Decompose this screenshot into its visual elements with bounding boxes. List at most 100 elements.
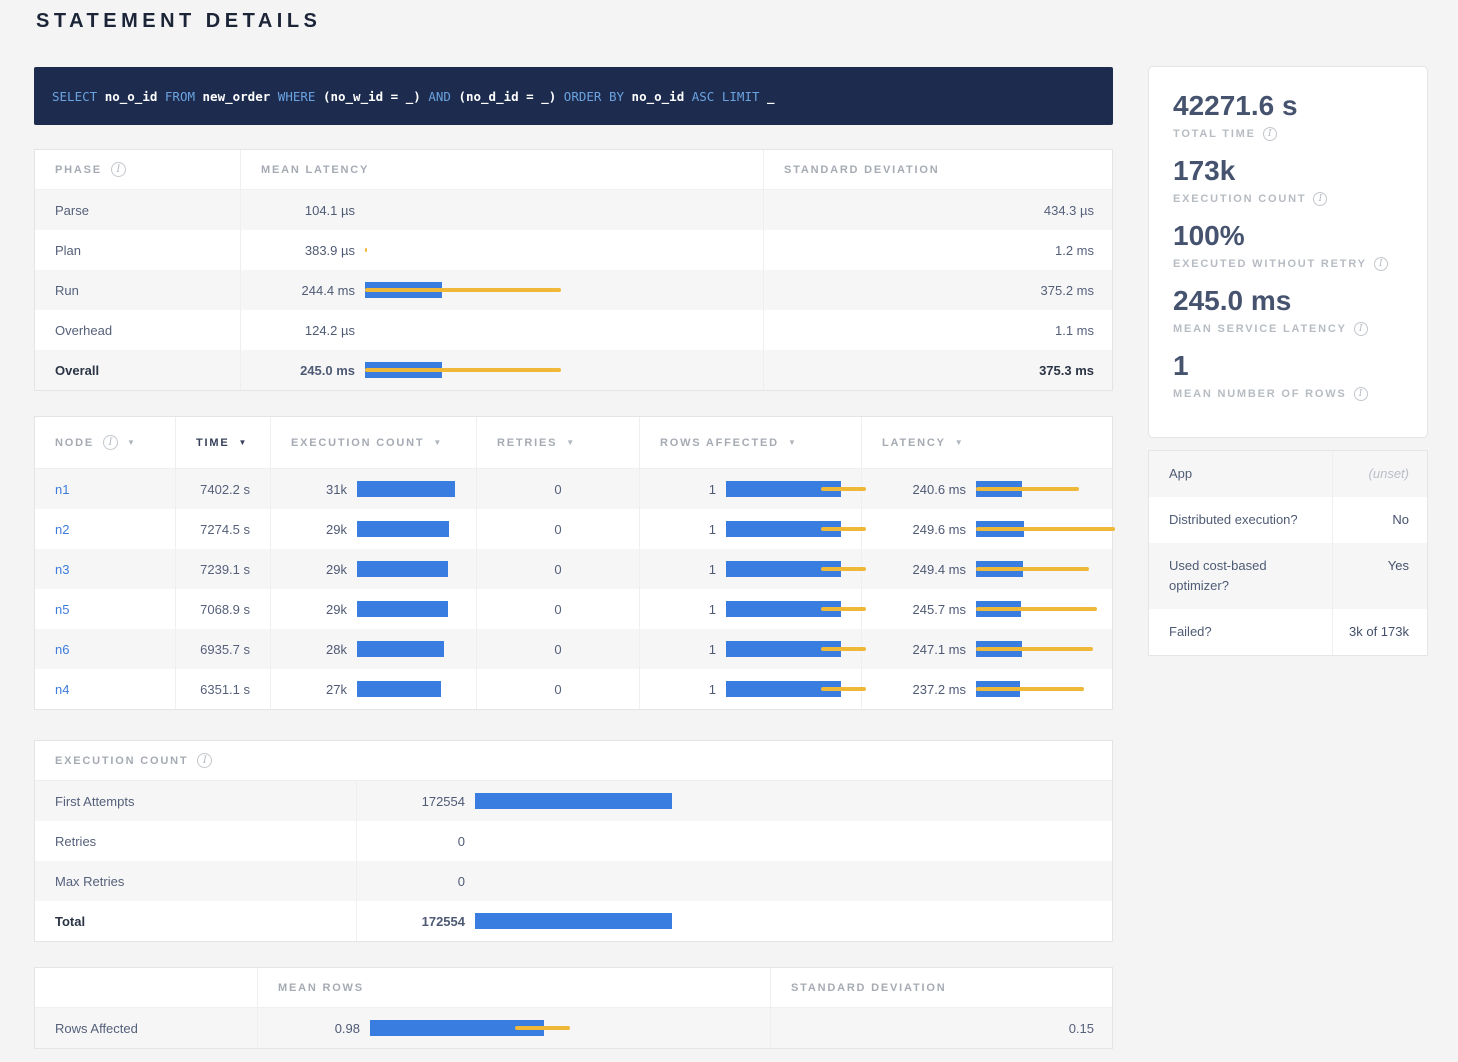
latency-bar (365, 362, 561, 378)
std-dev-cell: 375.3 ms (764, 350, 1114, 390)
mean-bar (357, 681, 441, 697)
cell-value: 383.9 µs (285, 243, 355, 258)
node-link[interactable]: n2 (55, 522, 69, 537)
phase-latency-table: Phase i Mean Latency Standard Deviation … (34, 149, 1113, 391)
standard-deviation-column-header: Standard Deviation (771, 968, 1114, 1007)
rows-affected-column-header[interactable]: Rows Affected▼ (640, 417, 862, 468)
standard-deviation-column-header[interactable]: Standard Deviation (764, 150, 1114, 189)
retries-column-header[interactable]: Retries▼ (477, 417, 640, 468)
node-table-row: n57068.9 s29k01245.7 ms (35, 589, 1112, 629)
main-content: STATEMENT DETAILS SELECT no_o_id FROM ne… (34, 8, 1113, 1049)
sort-arrow-icon[interactable]: ▼ (788, 438, 798, 447)
node-link[interactable]: n5 (55, 602, 69, 617)
sort-arrow-icon[interactable]: ▼ (433, 438, 443, 447)
latency-cell: 240.6 ms (862, 469, 1114, 509)
details-label: Used cost-based optimizer? (1149, 543, 1333, 609)
latency-bar (976, 601, 1097, 617)
latency-column-header[interactable]: Latency▼ (862, 417, 1114, 468)
rows-affected-cell: 1 (640, 589, 862, 629)
phase-name-cell: Run (35, 270, 241, 310)
rows-affected-bar (726, 521, 866, 537)
phase-column-header[interactable]: Phase i (35, 150, 241, 189)
std-dev-line (365, 288, 561, 292)
sort-arrow-icon[interactable]: ▼ (955, 438, 965, 447)
count-cell: 172554 (357, 781, 1114, 821)
execution-count-bar (357, 681, 441, 697)
phase-name-cell: Overall (35, 350, 241, 390)
cell-value: 1 (676, 522, 716, 537)
page-title: STATEMENT DETAILS (36, 10, 1113, 33)
blank-column-header (35, 968, 258, 1007)
sort-arrow-icon[interactable]: ▼ (238, 438, 248, 447)
cell-value: 172554 (385, 914, 465, 929)
cell-value: 1 (676, 602, 716, 617)
std-dev-line (821, 487, 866, 491)
stat-value: 173k (1173, 154, 1403, 188)
info-icon[interactable]: i (103, 435, 118, 450)
stat-label: Execution Counti (1173, 192, 1403, 206)
cell-value: 249.4 ms (898, 562, 966, 577)
label-cell: Rows Affected (35, 1008, 258, 1048)
details-label: App (1149, 451, 1333, 497)
info-icon[interactable]: i (111, 162, 126, 177)
sort-arrow-icon[interactable]: ▼ (127, 438, 137, 447)
std-dev-line (821, 607, 866, 611)
table-row: Overhead 124.2 µs 1.1 ms (35, 310, 1112, 350)
table-row: Plan383.9 µs1.2 ms (35, 230, 1112, 270)
phase-name-cell: Parse (35, 190, 241, 230)
std-dev-line (515, 1026, 570, 1030)
std-dev-line (976, 687, 1084, 691)
time-cell: 7274.5 s (176, 509, 271, 549)
info-icon[interactable]: i (1354, 387, 1368, 401)
cell-value: 104.1 µs (285, 203, 355, 218)
node-table-row: n27274.5 s29k01249.6 ms (35, 509, 1112, 549)
info-icon[interactable]: i (1374, 257, 1388, 271)
time-column-header[interactable]: Time▼ (176, 417, 271, 468)
info-icon[interactable]: i (197, 753, 212, 768)
node-link[interactable]: n1 (55, 482, 69, 497)
std-dev-line (976, 567, 1089, 571)
latency-cell: 249.6 ms (862, 509, 1114, 549)
rows-affected-bar (726, 561, 866, 577)
std-dev-line (365, 368, 561, 372)
count-cell: 0 (357, 861, 1114, 901)
rows-affected-bar (726, 601, 866, 617)
std-dev-line (976, 647, 1093, 651)
cell-value: 237.2 ms (898, 682, 966, 697)
execution-count-cell: 31k (271, 469, 477, 509)
node-cell: n2 (35, 509, 176, 549)
stat-value: 42271.6 s (1173, 89, 1403, 123)
summary-stats-card: 42271.6 sTotal Timei173kExecution Counti… (1148, 66, 1428, 438)
mean-latency-column-header[interactable]: Mean Latency (241, 150, 764, 189)
info-icon[interactable]: i (1354, 322, 1368, 336)
execution-count-column-header[interactable]: Execution Count▼ (271, 417, 477, 468)
statement-details-card: App(unset)Distributed execution?NoUsed c… (1148, 450, 1428, 656)
cell-value: 124.2 µs (285, 323, 355, 338)
node-column-header[interactable]: Nodei▼ (35, 417, 176, 468)
time-cell: 7239.1 s (176, 549, 271, 589)
latency-bar (976, 521, 1115, 537)
node-link[interactable]: n4 (55, 682, 69, 697)
sql-statement-bar: SELECT no_o_id FROM new_order WHERE (no_… (34, 67, 1113, 125)
mean-latency-cell: 104.1 µs (241, 190, 764, 230)
execution-count-cell: 29k (271, 589, 477, 629)
node-link[interactable]: n3 (55, 562, 69, 577)
phase-name-cell: Overhead (35, 310, 241, 350)
sql-identifier: no_o_id (632, 89, 685, 104)
cell-value: 1 (676, 642, 716, 657)
label-cell: Total (35, 901, 357, 941)
info-icon[interactable]: i (1313, 192, 1327, 206)
mean-latency-cell: 245.0 ms (241, 350, 764, 390)
sort-arrow-icon[interactable]: ▼ (566, 438, 576, 447)
cell-value: 0.98 (294, 1021, 360, 1036)
summary-stat: 173k Execution Counti (1173, 154, 1403, 206)
mean-bar (357, 561, 448, 577)
node-link[interactable]: n6 (55, 642, 69, 657)
std-dev-cell: 1.2 ms (764, 230, 1114, 270)
sql-statement-text: SELECT no_o_id FROM new_order WHERE (no_… (52, 89, 775, 104)
node-table-row: n46351.1 s27k01237.2 ms (35, 669, 1112, 709)
stat-label: Mean Number of Rowsi (1173, 387, 1403, 401)
latency-cell: 249.4 ms (862, 549, 1114, 589)
info-icon[interactable]: i (1263, 127, 1277, 141)
std-dev-cell: 1.1 ms (764, 310, 1114, 350)
